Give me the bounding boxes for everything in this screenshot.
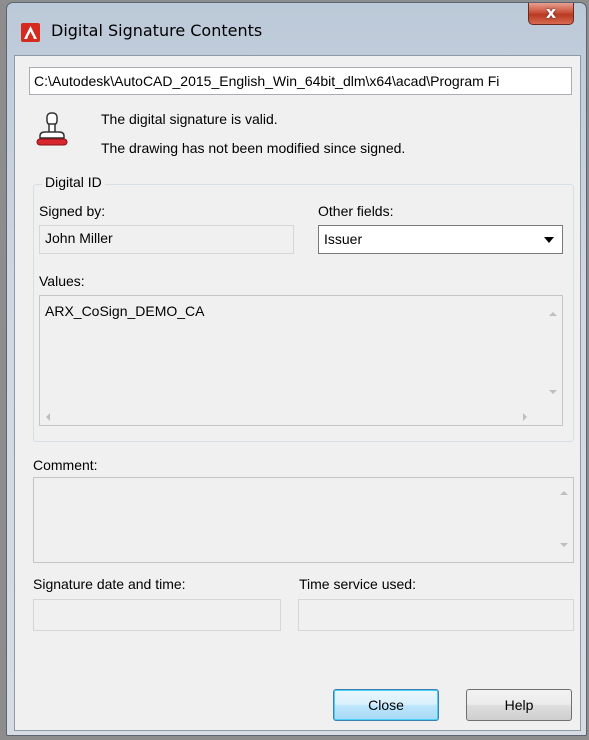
dialog-window: Digital Signature Contents x C:\Autodesk… [6,2,587,736]
signed-by-label: Signed by: [39,203,106,219]
autocad-app-icon [21,23,40,42]
stamp-icon [36,112,68,146]
scroll-right-icon[interactable] [523,413,527,421]
values-textarea[interactable]: ARX_CoSign_DEMO_CA [39,295,563,426]
scroll-down-icon[interactable] [560,543,568,547]
help-button[interactable]: Help [466,689,572,721]
scroll-up-icon[interactable] [549,312,557,316]
comment-vertical-scrollbar[interactable] [556,478,573,562]
not-modified-message: The drawing has not been modified since … [101,140,406,156]
scroll-down-icon[interactable] [549,390,557,394]
dialog-client-area: C:\Autodesk\AutoCAD_2015_English_Win_64b… [14,55,581,731]
signature-date-field[interactable] [33,599,281,631]
other-fields-label: Other fields: [318,203,394,219]
signature-valid-message: The digital signature is valid. [101,111,278,127]
window-title: Digital Signature Contents [51,21,263,40]
time-service-field[interactable] [298,599,574,631]
close-button[interactable]: Close [333,689,439,721]
title-bar[interactable]: Digital Signature Contents x [7,3,586,55]
comment-label: Comment: [33,457,98,473]
time-service-label: Time service used: [299,576,416,592]
scroll-left-icon[interactable] [46,413,50,421]
signed-by-field[interactable]: John Miller [39,225,294,254]
dropdown-arrow-icon[interactable] [544,237,554,243]
values-horizontal-scrollbar[interactable] [40,408,545,425]
other-fields-selected-value: Issuer [324,231,363,247]
digital-id-group-label: Digital ID [42,174,105,190]
comment-textarea[interactable] [33,477,574,563]
values-text: ARX_CoSign_DEMO_CA [45,303,205,319]
values-label: Values: [39,273,85,289]
file-path-field[interactable]: C:\Autodesk\AutoCAD_2015_English_Win_64b… [29,67,572,95]
other-fields-dropdown[interactable]: Issuer [318,225,563,254]
signature-date-label: Signature date and time: [33,576,186,592]
window-close-icon[interactable]: x [528,3,574,25]
values-vertical-scrollbar[interactable] [545,296,562,425]
scroll-up-icon[interactable] [560,491,568,495]
scrollbar-corner [545,408,562,425]
